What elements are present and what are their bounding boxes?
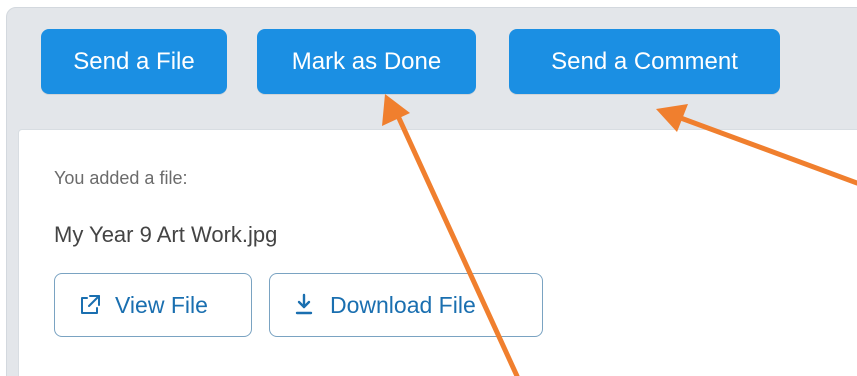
view-file-label: View File [115,292,208,318]
send-comment-button[interactable]: Send a Comment [509,29,780,94]
submission-panel: Send a File Mark as Done Send a Comment … [6,7,857,376]
file-name: My Year 9 Art Work.jpg [54,222,278,247]
download-file-label: Download File [330,292,476,318]
action-toolbar: Send a File Mark as Done Send a Comment [7,8,857,118]
external-link-icon [77,274,101,336]
page: Send a File Mark as Done Send a Comment … [0,0,857,376]
file-added-label: You added a file: [54,168,188,188]
download-icon [292,274,316,336]
mark-as-done-button[interactable]: Mark as Done [257,29,476,94]
view-file-button[interactable]: View File [54,273,252,337]
send-file-button[interactable]: Send a File [41,29,227,94]
file-activity-card: You added a file: My Year 9 Art Work.jpg… [18,129,857,376]
download-file-button[interactable]: Download File [269,273,543,337]
